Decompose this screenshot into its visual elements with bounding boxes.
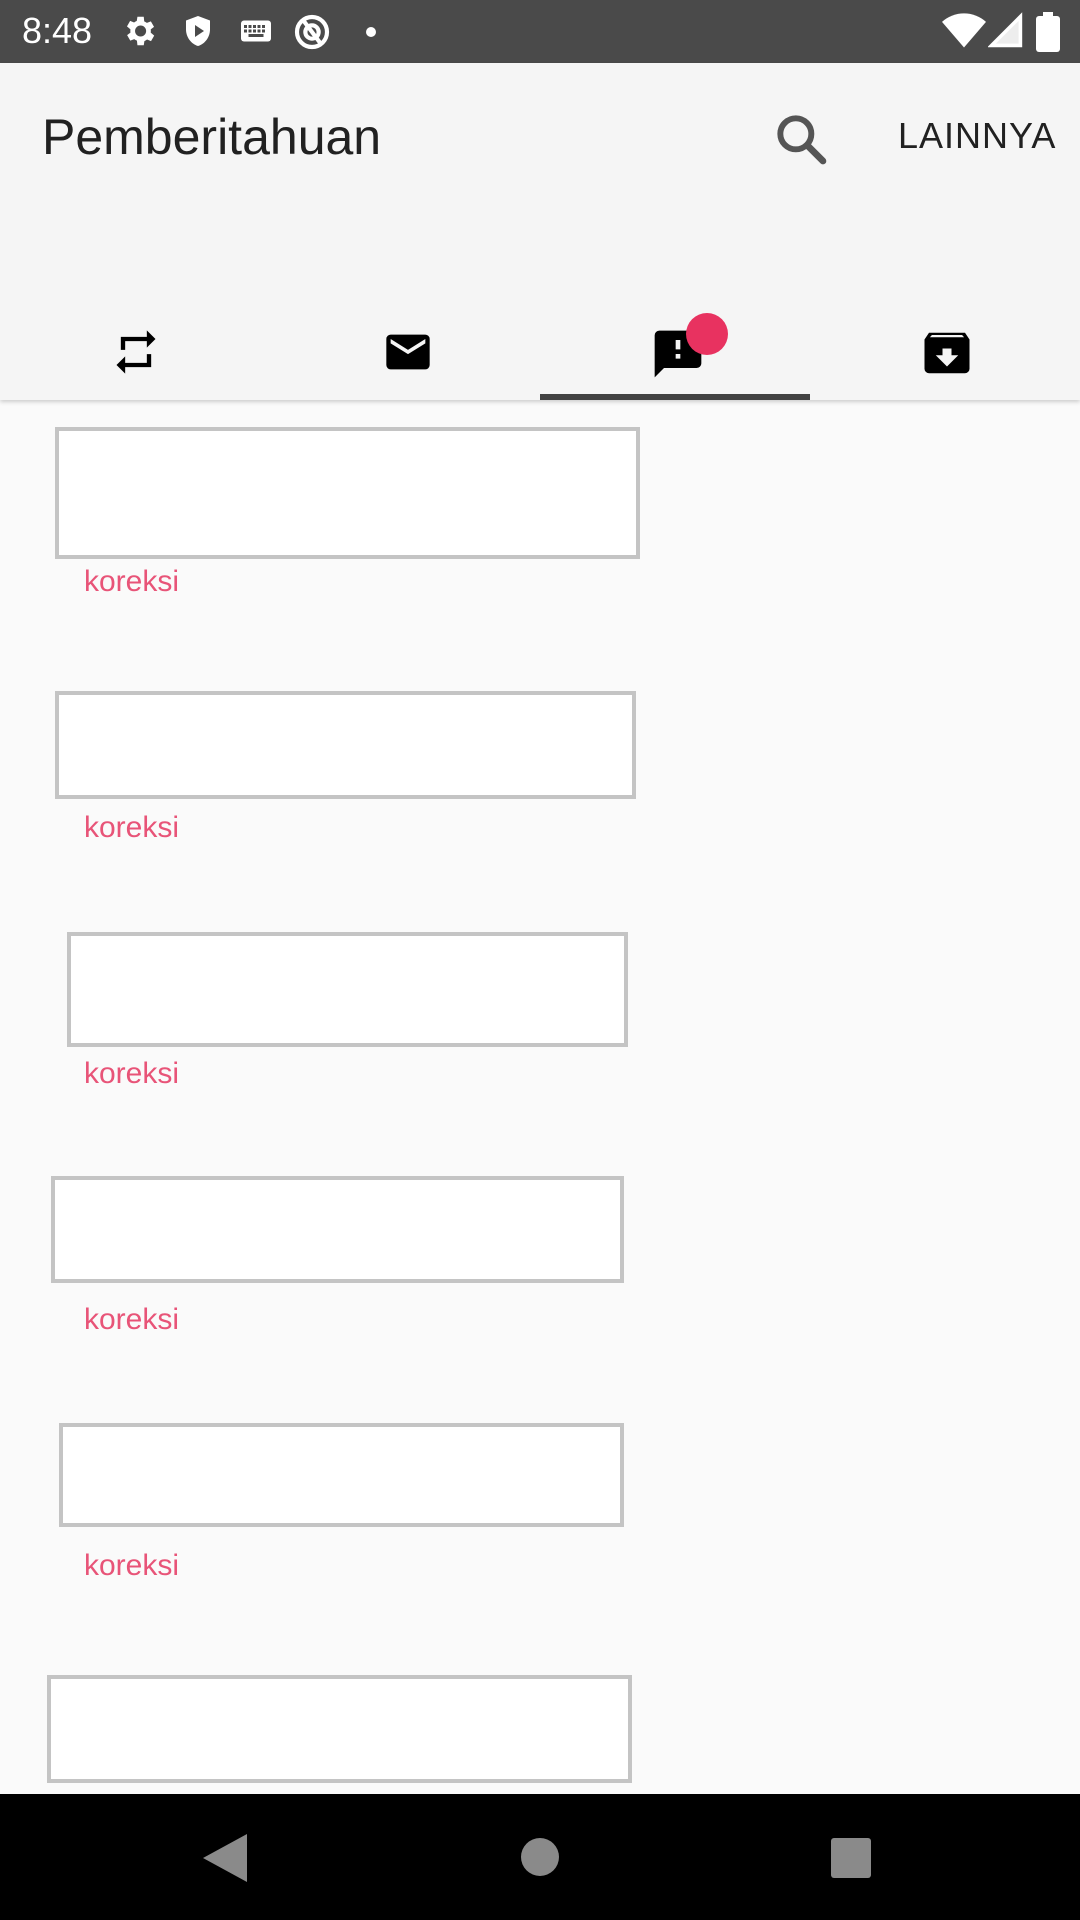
koreksi-link[interactable]: koreksi	[84, 1303, 179, 1337]
tab-indicator	[540, 394, 810, 400]
koreksi-link[interactable]: koreksi	[84, 565, 179, 599]
notification-card[interactable]	[59, 1423, 624, 1527]
notification-card[interactable]	[67, 932, 628, 1047]
koreksi-link[interactable]: koreksi	[84, 1057, 179, 1091]
keyboard-icon	[241, 20, 271, 42]
notification-card[interactable]	[55, 691, 636, 799]
back-icon[interactable]	[203, 1834, 247, 1882]
status-bar: 8:48	[0, 0, 1080, 63]
home-icon[interactable]	[520, 1837, 560, 1877]
shield-play-icon	[186, 16, 210, 46]
tab-feedback[interactable]	[540, 263, 810, 400]
notification-card[interactable]	[47, 1675, 632, 1783]
koreksi-link[interactable]: koreksi	[84, 811, 179, 845]
wifi-icon	[942, 13, 986, 48]
tab-bar	[0, 263, 1080, 400]
koreksi-link[interactable]: koreksi	[84, 1549, 179, 1583]
status-time: 8:48	[22, 10, 93, 51]
gear-icon	[126, 16, 155, 46]
mail-icon	[386, 334, 430, 370]
notification-badge	[686, 313, 728, 355]
repeat-icon	[116, 330, 156, 374]
more-button[interactable]: LAINNYA	[898, 115, 1056, 157]
notification-card[interactable]	[55, 427, 640, 559]
dot-icon	[366, 27, 376, 37]
search-button[interactable]	[770, 108, 832, 170]
tab-archive[interactable]	[810, 263, 1080, 400]
system-nav-bar	[0, 1794, 1080, 1920]
no-disturb-icon	[294, 14, 330, 50]
tab-mail[interactable]	[270, 263, 540, 400]
page-title: Pemberitahuan	[42, 109, 382, 165]
tab-repeat[interactable]	[0, 263, 270, 400]
recents-icon[interactable]	[831, 1838, 871, 1878]
search-icon	[777, 115, 827, 165]
notification-card[interactable]	[51, 1176, 624, 1283]
archive-download-icon	[924, 332, 970, 374]
signal-icon	[988, 12, 1023, 48]
app-bar: Pemberitahuan LAINNYA	[0, 63, 1080, 400]
battery-icon	[1036, 12, 1060, 52]
